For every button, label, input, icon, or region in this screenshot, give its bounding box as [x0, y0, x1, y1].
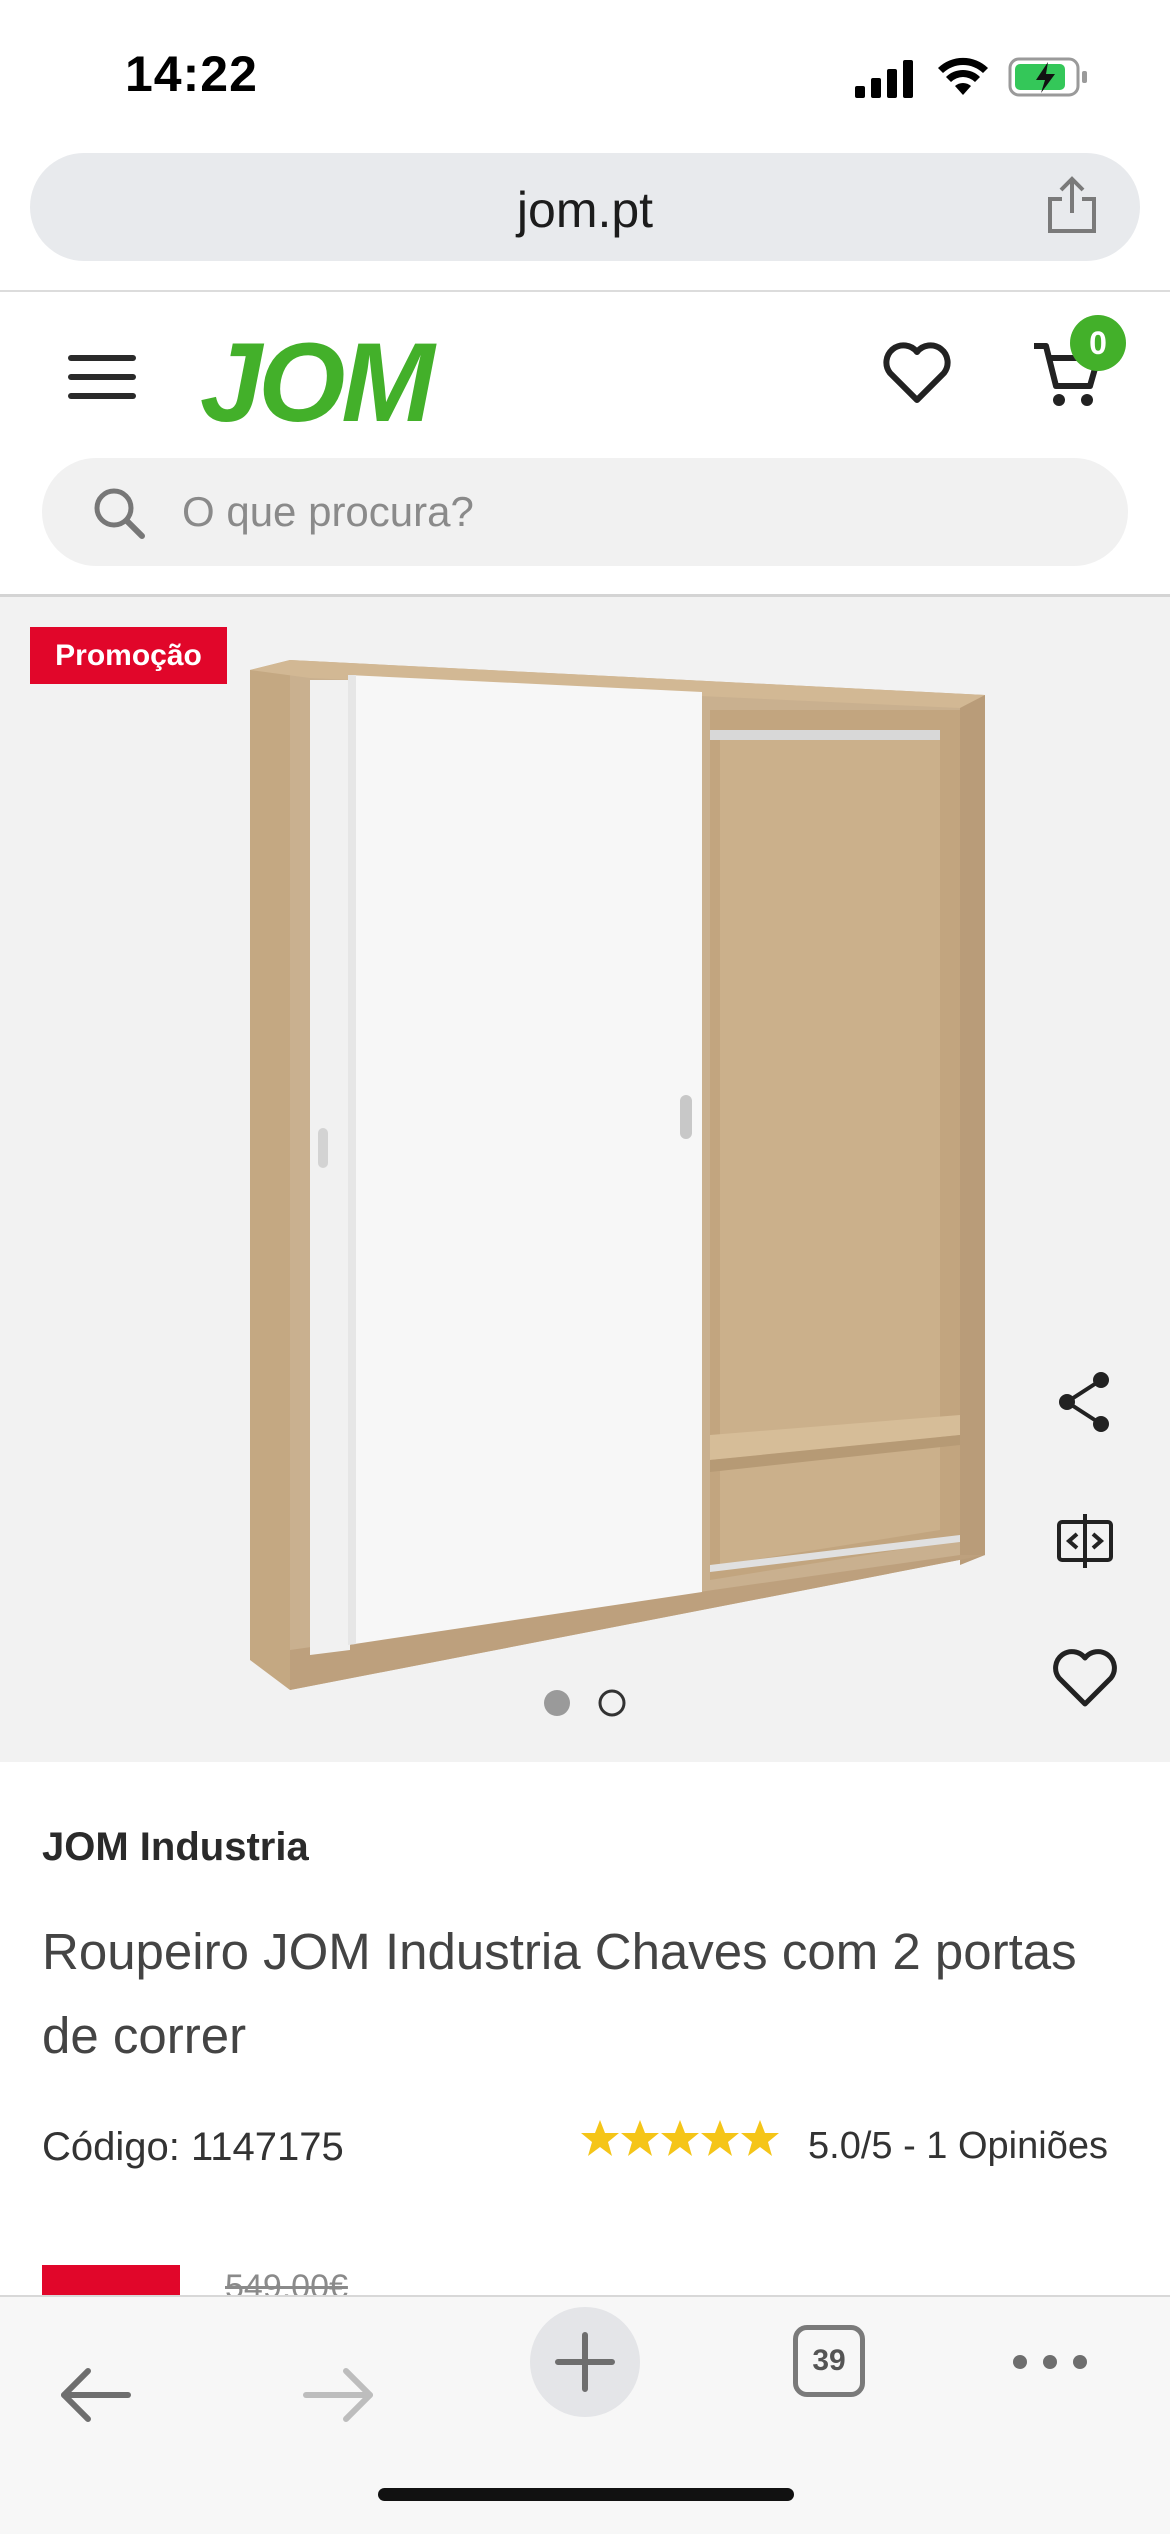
new-tab-button[interactable]: [530, 2307, 640, 2417]
wishlist-heart-icon[interactable]: [882, 342, 952, 406]
menu-icon[interactable]: [68, 355, 136, 399]
wifi-icon: [938, 57, 988, 95]
signal-icon: [855, 60, 913, 98]
rating-summary[interactable]: 5.0/5 - 1 Opiniões: [808, 2125, 1108, 2168]
heart-icon: [1053, 1649, 1117, 1707]
search-icon: [94, 488, 145, 539]
battery-icon: [1008, 57, 1087, 97]
cart-count-badge: 0: [1070, 315, 1126, 371]
back-icon[interactable]: [58, 2365, 132, 2425]
url-bar[interactable]: jom.pt: [30, 153, 1140, 261]
site-logo[interactable]: JOM: [200, 318, 435, 447]
product-image: [250, 660, 985, 1690]
home-indicator[interactable]: [378, 2488, 794, 2501]
product-brand[interactable]: JOM Industria: [42, 1825, 309, 1870]
compare-icon: [1057, 1514, 1113, 1568]
product-code: Código: 1147175: [42, 2125, 344, 2169]
product-title: Roupeiro JOM Industria Chaves com 2 port…: [42, 1923, 1077, 2064]
favorite-button[interactable]: [1045, 1638, 1125, 1718]
tabs-icon[interactable]: 39: [793, 2325, 865, 2397]
rating-stars[interactable]: [580, 2118, 780, 2158]
plus-icon: [555, 2332, 615, 2392]
compare-button[interactable]: [1045, 1500, 1125, 1580]
search-input[interactable]: O que procura?: [182, 488, 474, 536]
share-icon[interactable]: [1044, 175, 1100, 235]
more-icon[interactable]: [1010, 2350, 1090, 2374]
status-time: 14:22: [125, 46, 258, 102]
promo-badge: Promoção: [30, 627, 227, 684]
share-icon: [1059, 1372, 1109, 1432]
url-text: jom.pt: [516, 182, 654, 238]
search-bar[interactable]: O que procura?: [42, 458, 1128, 566]
share-button[interactable]: [1045, 1362, 1125, 1442]
gallery-dots[interactable]: [540, 1688, 630, 1718]
divider: [0, 290, 1170, 292]
forward-icon[interactable]: [302, 2365, 376, 2425]
